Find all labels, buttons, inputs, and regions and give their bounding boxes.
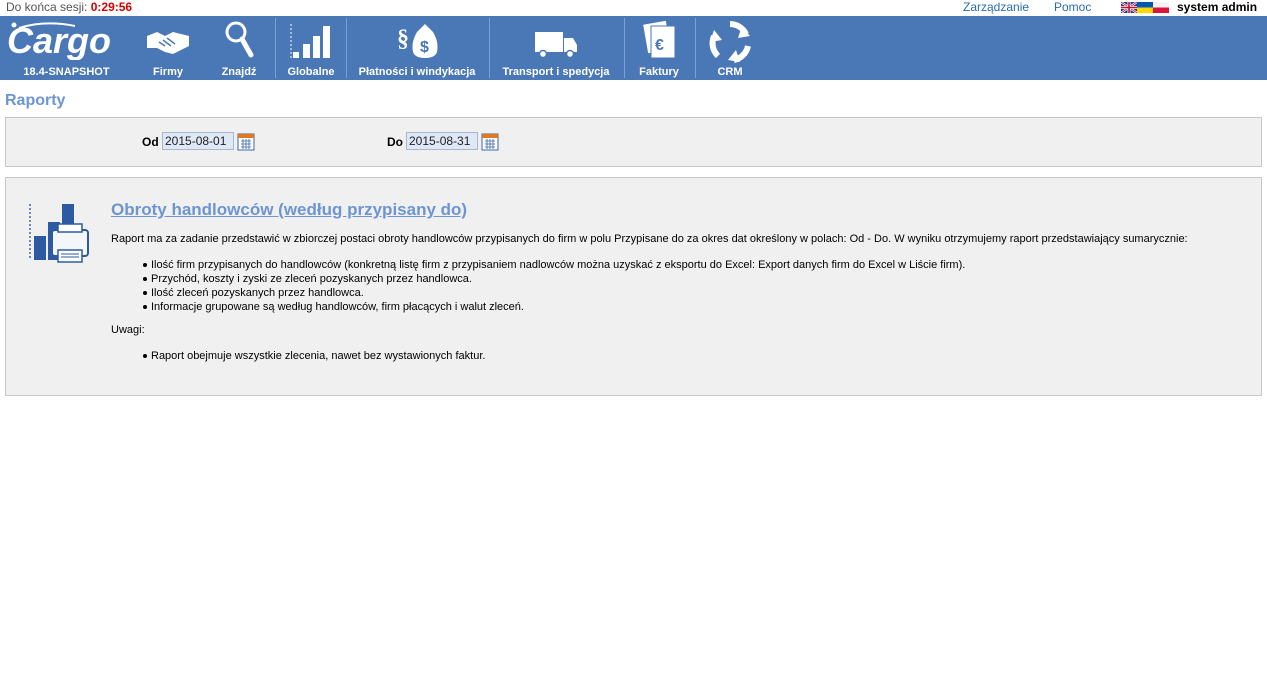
session-timer: 0:29:56 xyxy=(90,0,133,14)
report-description: Raport ma za zadanie przedstawić w zbior… xyxy=(111,233,1188,245)
nav-label-znajdz: Znajdź xyxy=(221,66,257,78)
flag-pl-icon[interactable] xyxy=(1153,2,1169,13)
nav-znajdz[interactable]: Znajdź xyxy=(208,16,270,80)
list-item: Informacje grupowane są według handlowcó… xyxy=(142,300,965,314)
magnifier-icon xyxy=(225,21,254,58)
bar-chart-icon xyxy=(290,24,330,58)
nav-crm[interactable]: CRM xyxy=(702,16,758,80)
date-to-label: Do xyxy=(387,135,403,149)
date-from-input[interactable] xyxy=(162,132,234,150)
list-item: Raport obejmuje wszystkie zlecenia, nawe… xyxy=(142,350,486,362)
session-info: Do końca sesji: 0:29:56 xyxy=(6,0,132,15)
notes-list: Raport obejmuje wszystkie zlecenia, nawe… xyxy=(142,349,486,363)
calendar-icon[interactable] xyxy=(481,133,499,151)
date-filter-panel: Od Do xyxy=(5,117,1262,167)
help-link[interactable]: Pomoc xyxy=(1054,0,1091,15)
nav-label-faktury: Faktury xyxy=(639,66,679,78)
user-name[interactable]: system admin xyxy=(1177,0,1257,15)
truck-icon xyxy=(535,32,577,59)
report-panel: Obroty handlowców (według przypisany do)… xyxy=(5,177,1262,396)
page-title: Raporty xyxy=(5,92,66,109)
nav-label-crm: CRM xyxy=(717,66,743,78)
invoice-icon: € xyxy=(641,20,676,59)
flag-uk-icon[interactable] xyxy=(1121,2,1137,13)
nav-label-platnosci: Płatności i windykacja xyxy=(358,66,476,78)
nav-label-globalne: Globalne xyxy=(287,66,335,78)
money-bag-icon: § $ xyxy=(397,24,438,58)
flag-ua-icon[interactable] xyxy=(1137,2,1153,13)
calendar-icon[interactable] xyxy=(237,133,255,151)
svg-text:§: § xyxy=(397,26,409,52)
top-bar: Do końca sesji: 0:29:56 Zarządzanie Pomo… xyxy=(0,0,1267,16)
nav-logo-icargo[interactable]: Cargo 18.4-SNAPSHOT xyxy=(0,16,133,80)
list-item: Ilość firm przypisanych do handlowców (k… xyxy=(142,259,966,271)
icargo-logo-icon: Cargo xyxy=(7,20,111,60)
svg-text:$: $ xyxy=(420,39,429,56)
recycle-arrows-icon xyxy=(709,21,751,63)
nav-globalne[interactable]: Globalne xyxy=(280,16,342,80)
manage-link[interactable]: Zarządzanie xyxy=(963,0,1029,15)
nav-divider xyxy=(275,18,276,78)
app-version: 18.4-SNAPSHOT xyxy=(23,66,110,78)
list-item: Przychód, koszty i zyski ze zleceń pozys… xyxy=(142,272,965,286)
nav-faktury[interactable]: € Faktury xyxy=(628,16,690,80)
nav-label-firmy: Firmy xyxy=(153,66,183,78)
svg-text:€: € xyxy=(655,37,664,54)
date-from-label: Od xyxy=(142,135,159,149)
language-flags xyxy=(1121,2,1169,13)
list-item: Ilość zleceń pozyskanych przez handlowca… xyxy=(142,286,965,300)
session-label: Do końca sesji: xyxy=(6,0,88,14)
report-bullet-list: Ilość firm przypisanych do handlowców (k… xyxy=(142,258,966,314)
nav-label-transport: Transport i spedycja xyxy=(502,66,610,78)
handshake-icon xyxy=(147,32,189,54)
nav-divider xyxy=(346,18,347,78)
report-title-link[interactable]: Obroty handlowców (według przypisany do) xyxy=(111,200,467,220)
report-printer-icon xyxy=(29,204,89,263)
notes-label: Uwagi: xyxy=(111,324,145,336)
nav-platnosci[interactable]: § $ Płatności i windykacja xyxy=(350,16,484,80)
nav-transport[interactable]: Transport i spedycja xyxy=(494,16,618,80)
nav-divider xyxy=(624,18,625,78)
nav-divider xyxy=(489,18,490,78)
nav-divider xyxy=(695,18,696,78)
date-to-input[interactable] xyxy=(406,132,478,150)
nav-firmy[interactable]: Firmy xyxy=(140,16,196,80)
main-navbar: Cargo 18.4-SNAPSHOT Firmy Znajdź Globaln… xyxy=(0,16,1267,80)
